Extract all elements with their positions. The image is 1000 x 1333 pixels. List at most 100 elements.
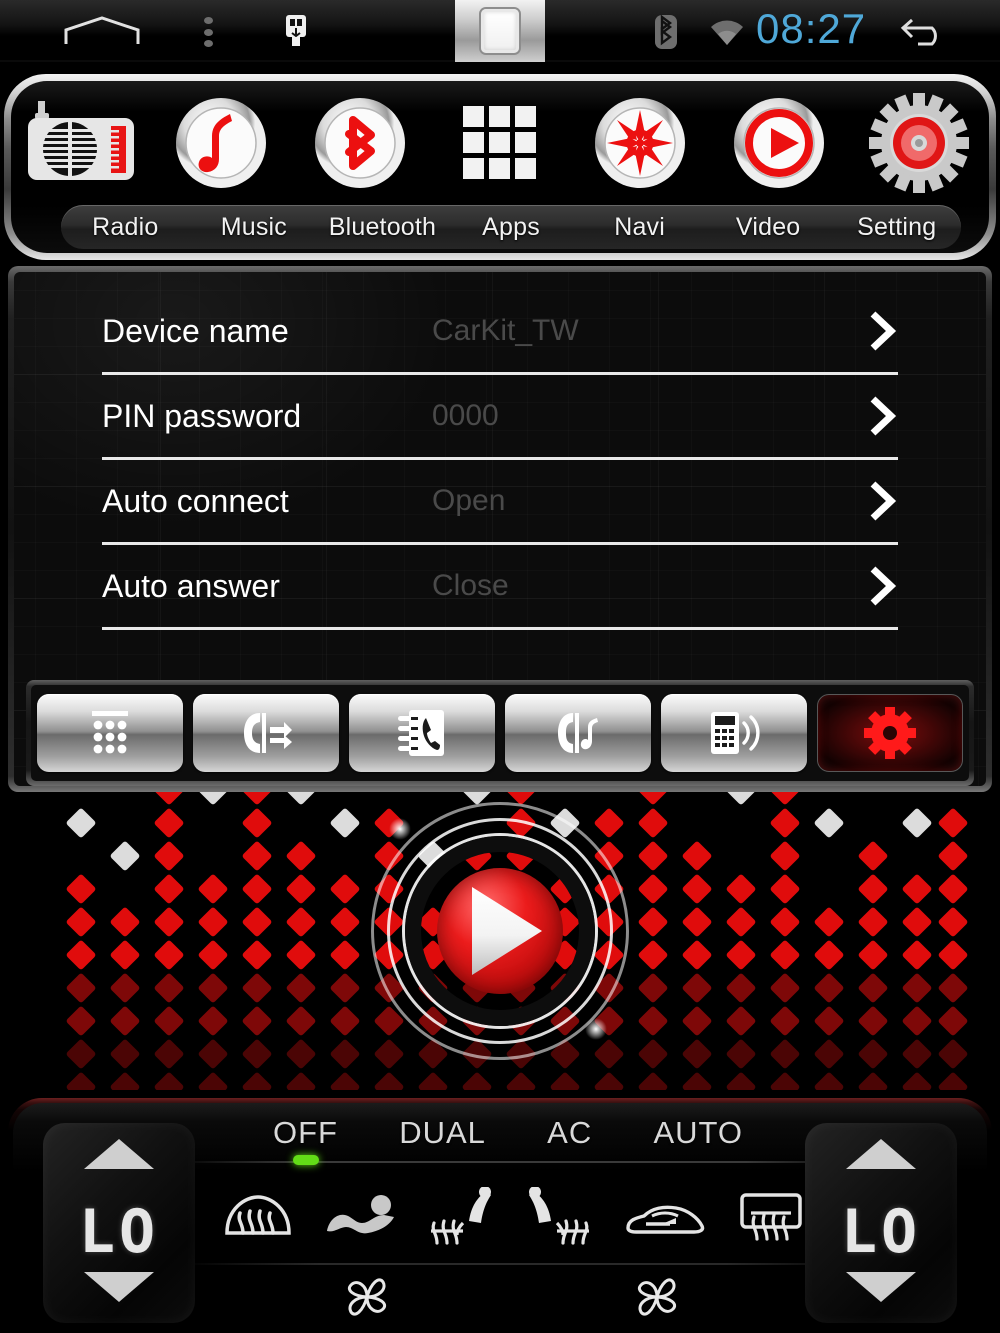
navigation-inner: Radio Music Bluetooth Apps Navi Video Se… xyxy=(11,81,989,253)
face-vent-button[interactable] xyxy=(324,1191,398,1250)
tab-music[interactable]: Music xyxy=(190,213,319,242)
nav-button-bluetooth[interactable] xyxy=(290,87,430,199)
home-icon[interactable] xyxy=(62,16,142,46)
chevron-right-icon[interactable] xyxy=(858,564,898,608)
sparkle xyxy=(585,1018,607,1040)
equalizer-cell xyxy=(813,906,845,938)
overflow-menu-icon[interactable] xyxy=(200,17,216,47)
seat-heat-left-icon xyxy=(429,1185,495,1254)
climate-mode-auto[interactable]: AUTO xyxy=(653,1115,743,1151)
front-defrost-button[interactable] xyxy=(223,1189,293,1252)
tab-radio[interactable]: Radio xyxy=(61,213,190,242)
dialpad-button[interactable] xyxy=(37,694,183,772)
rear-defrost-button[interactable] xyxy=(739,1191,803,1250)
climate-mode-dual[interactable]: DUAL xyxy=(399,1115,486,1151)
equalizer-cell xyxy=(681,906,713,938)
rear-defrost-car-button[interactable] xyxy=(622,1194,708,1247)
equalizer-cell xyxy=(937,906,969,938)
equalizer-column xyxy=(65,792,97,1090)
fan-decrease-button[interactable] xyxy=(341,1275,395,1324)
equalizer-cell xyxy=(937,939,969,971)
fan-increase-button[interactable] xyxy=(631,1275,685,1324)
tab-apps[interactable]: Apps xyxy=(447,213,576,242)
chevron-right-icon[interactable] xyxy=(858,479,898,523)
chevron-right-icon[interactable] xyxy=(858,309,898,353)
equalizer-peak xyxy=(197,792,229,806)
chevron-right-icon[interactable] xyxy=(858,394,898,438)
media-visualizer xyxy=(0,792,1000,1090)
equalizer-reflection xyxy=(637,1071,669,1090)
equalizer-reflection xyxy=(65,1038,97,1070)
nav-button-navi[interactable] xyxy=(570,87,710,199)
call-music-button[interactable] xyxy=(505,694,651,772)
phone-sync-button[interactable] xyxy=(661,694,807,772)
equalizer-column xyxy=(857,792,889,1090)
tab-navi[interactable]: Navi xyxy=(575,213,704,242)
equalizer-peak xyxy=(725,792,757,806)
settings-row-device-name[interactable]: Device name CarKit_TW xyxy=(102,290,898,375)
chevron-up-icon[interactable] xyxy=(82,1137,156,1176)
equalizer-cell xyxy=(285,873,317,905)
nav-button-apps[interactable] xyxy=(430,87,570,199)
seat-heat-right-button[interactable] xyxy=(525,1185,591,1254)
equalizer-cell xyxy=(769,873,801,905)
equalizer-cell xyxy=(769,906,801,938)
chevron-down-icon[interactable] xyxy=(844,1270,918,1309)
tab-setting[interactable]: Setting xyxy=(832,213,961,242)
row-label: Auto answer xyxy=(102,567,280,604)
recent-apps-button[interactable] xyxy=(455,0,545,62)
settings-row-auto-answer[interactable]: Auto answer Close xyxy=(102,545,898,630)
equalizer-column xyxy=(813,792,845,1090)
equalizer-reflection xyxy=(813,1071,845,1090)
equalizer-reflection xyxy=(285,972,317,1004)
status-bar: 08:27 xyxy=(0,0,1000,62)
equalizer-reflection xyxy=(153,972,185,1004)
equalizer-reflection xyxy=(109,1071,141,1090)
nav-button-setting[interactable] xyxy=(849,87,989,199)
label-text: AC xyxy=(547,1115,593,1150)
nav-button-radio[interactable] xyxy=(11,87,151,199)
equalizer-reflection xyxy=(901,972,933,1004)
equalizer-cell xyxy=(241,906,273,938)
bt-settings-button[interactable] xyxy=(817,694,963,772)
equalizer-column xyxy=(769,792,801,1090)
chevron-up-icon[interactable] xyxy=(844,1137,918,1176)
equalizer-reflection xyxy=(109,1005,141,1037)
compass-icon xyxy=(593,96,687,190)
settings-row-pin-password[interactable]: PIN password 0000 xyxy=(102,375,898,460)
seat-heat-left-button[interactable] xyxy=(429,1185,495,1254)
outgoing-call-button[interactable] xyxy=(193,694,339,772)
equalizer-reflection xyxy=(725,1071,757,1090)
climate-mode-ac[interactable]: AC xyxy=(547,1115,592,1151)
phonebook-button[interactable] xyxy=(349,694,495,772)
bluetooth-icon xyxy=(652,14,680,50)
equalizer-cell xyxy=(769,792,801,806)
equalizer-cell xyxy=(153,906,185,938)
nav-button-video[interactable] xyxy=(710,87,850,199)
nav-button-music[interactable] xyxy=(151,87,291,199)
equalizer-cell xyxy=(813,939,845,971)
equalizer-reflection xyxy=(241,1071,273,1090)
back-icon[interactable] xyxy=(898,16,958,48)
equalizer-reflection xyxy=(937,972,969,1004)
equalizer-reflection xyxy=(901,1038,933,1070)
chevron-down-icon[interactable] xyxy=(82,1270,156,1309)
tab-bluetooth[interactable]: Bluetooth xyxy=(318,213,447,242)
equalizer-reflection xyxy=(329,1005,361,1037)
face-vent-icon xyxy=(324,1191,398,1250)
equalizer-reflection xyxy=(637,1005,669,1037)
climate-mode-off[interactable]: OFF xyxy=(273,1115,338,1165)
equalizer-reflection xyxy=(681,1038,713,1070)
tab-video[interactable]: Video xyxy=(704,213,833,242)
equalizer-column xyxy=(241,792,273,1090)
equalizer-cell xyxy=(153,939,185,971)
call-music-icon xyxy=(555,710,601,756)
equalizer-cell xyxy=(857,939,889,971)
label-text: AUTO xyxy=(653,1115,743,1150)
equalizer-cell xyxy=(329,906,361,938)
equalizer-reflection xyxy=(373,1071,405,1090)
equalizer-reflection xyxy=(549,1071,581,1090)
play-button[interactable] xyxy=(371,802,629,1060)
settings-row-auto-connect[interactable]: Auto connect Open xyxy=(102,460,898,545)
equalizer-cell xyxy=(637,939,669,971)
